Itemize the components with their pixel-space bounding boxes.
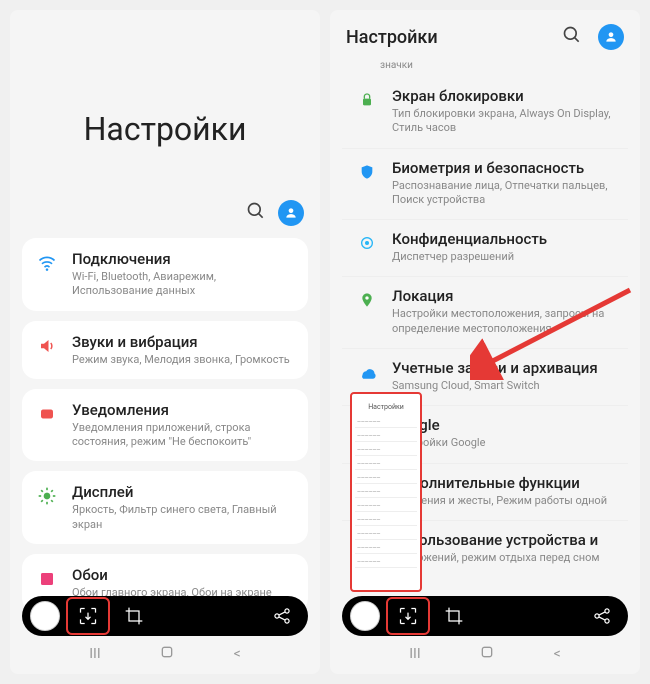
screenshot-thumbnail[interactable] bbox=[30, 601, 60, 631]
back-button[interactable]: < bbox=[554, 646, 561, 662]
settings-item-sounds[interactable]: Звуки и вибрация Режим звука, Мелодия зво… bbox=[22, 321, 308, 379]
wallpaper-icon bbox=[36, 568, 58, 590]
item-title: Обои bbox=[72, 566, 294, 584]
item-sub: Распознавание лица, Отпечатки пальцев, П… bbox=[392, 179, 614, 208]
screenshot-toolbar bbox=[342, 596, 628, 636]
crop-button[interactable] bbox=[116, 601, 152, 631]
item-sub: Диспетчер разрешений bbox=[392, 250, 614, 264]
notification-icon bbox=[36, 403, 58, 425]
wifi-icon bbox=[36, 252, 58, 274]
item-title: Уведомления bbox=[72, 401, 294, 419]
location-icon bbox=[356, 289, 378, 311]
page-title: Настройки bbox=[10, 10, 320, 188]
item-title: Google bbox=[392, 416, 614, 434]
item-sub: приложений, режим отдыха перед сном bbox=[392, 551, 614, 565]
header-title: Настройки bbox=[346, 27, 438, 48]
settings-item-display[interactable]: Дисплей Яркость, Фильтр синего света, Гла… bbox=[22, 471, 308, 544]
settings-item-notifications[interactable]: Уведомления Уведомления приложений, строк… bbox=[22, 389, 308, 462]
phone-screen-right: Настройки значки Экран блокировки Тип бло… bbox=[330, 10, 640, 674]
item-title: Подключения bbox=[72, 250, 294, 268]
screenshot-thumbnail[interactable] bbox=[350, 601, 380, 631]
header: Настройки bbox=[330, 10, 640, 60]
item-title: Конфиденциальность bbox=[392, 230, 614, 248]
item-sub: Настройки Google bbox=[392, 436, 614, 450]
share-button[interactable] bbox=[584, 601, 620, 631]
scroll-capture-highlight bbox=[386, 597, 430, 635]
settings-item-biometrics[interactable]: Биометрия и безопасность Распознавание ли… bbox=[342, 149, 628, 221]
speaker-icon bbox=[36, 335, 58, 357]
item-sub: Samsung Cloud, Smart Switch bbox=[392, 379, 614, 393]
search-icon[interactable] bbox=[246, 201, 266, 225]
home-button[interactable] bbox=[479, 644, 495, 664]
shield-icon bbox=[356, 161, 378, 183]
item-title: Использование устройства и bbox=[392, 531, 614, 549]
crop-button[interactable] bbox=[436, 601, 472, 631]
item-title: Дополнительные функции bbox=[392, 474, 614, 492]
item-title: Звуки и вибрация bbox=[72, 333, 294, 351]
screenshot-toolbar bbox=[22, 596, 308, 636]
lock-icon bbox=[356, 89, 378, 111]
item-title: Учетные записи и архивация bbox=[392, 359, 614, 377]
cloud-icon bbox=[356, 361, 378, 383]
navigation-bar: III < bbox=[330, 640, 640, 668]
item-sub: Тип блокировки экрана, Always On Display… bbox=[392, 107, 614, 136]
settings-item-location[interactable]: Локация Настройки местоположения, запросы… bbox=[342, 277, 628, 349]
phone-screen-left: Настройки Подключения Wi-Fi, Bluetooth, А… bbox=[10, 10, 320, 674]
settings-item-lockscreen[interactable]: Экран блокировки Тип блокировки экрана, A… bbox=[342, 77, 628, 149]
share-button[interactable] bbox=[264, 601, 300, 631]
home-button[interactable] bbox=[159, 644, 175, 664]
navigation-bar: III < bbox=[10, 640, 320, 668]
scroll-capture-button[interactable] bbox=[70, 601, 106, 631]
item-sub: Wi-Fi, Bluetooth, Авиарежим, Использован… bbox=[72, 270, 294, 299]
item-title: Биометрия и безопасность bbox=[392, 159, 614, 177]
avatar[interactable] bbox=[278, 200, 304, 226]
item-sub: Режим звука, Мелодия звонка, Громкость bbox=[72, 353, 294, 367]
scroll-capture-button[interactable] bbox=[390, 601, 426, 631]
item-sub: Движения и жесты, Режим работы одной bbox=[392, 494, 614, 508]
preview-title: Настройки bbox=[355, 403, 417, 411]
item-sub: Уведомления приложений, строка состояния… bbox=[72, 421, 294, 450]
settings-item-connections[interactable]: Подключения Wi-Fi, Bluetooth, Авиарежим, … bbox=[22, 238, 308, 311]
header-actions bbox=[10, 188, 320, 238]
back-button[interactable]: < bbox=[234, 646, 241, 662]
previous-item-sub: значки bbox=[330, 60, 640, 77]
privacy-icon bbox=[356, 232, 378, 254]
recent-button[interactable]: III bbox=[89, 646, 100, 662]
recent-button[interactable]: III bbox=[409, 646, 420, 662]
settings-item-privacy[interactable]: Конфиденциальность Диспетчер разрешений bbox=[342, 220, 628, 277]
item-sub: Яркость, Фильтр синего света, Главный эк… bbox=[72, 503, 294, 532]
item-title: Дисплей bbox=[72, 483, 294, 501]
item-sub: Настройки местоположения, запросы на опр… bbox=[392, 307, 614, 336]
brightness-icon bbox=[36, 485, 58, 507]
item-title: Экран блокировки bbox=[392, 87, 614, 105]
avatar[interactable] bbox=[598, 24, 624, 50]
search-icon[interactable] bbox=[562, 25, 582, 49]
scroll-capture-highlight bbox=[66, 597, 110, 635]
item-title: Локация bbox=[392, 287, 614, 305]
scroll-capture-preview: Настройки —————————————————— ———————————… bbox=[350, 392, 422, 592]
